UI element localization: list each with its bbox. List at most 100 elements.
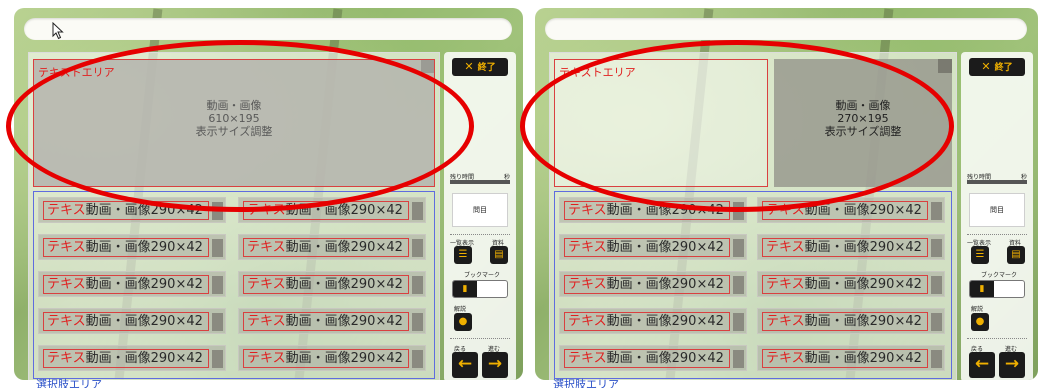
choice-tab: [931, 202, 942, 220]
bookmark-toggle[interactable]: ▮: [452, 280, 508, 298]
choice-area: テキス動画・画像290×42 テキス動画・画像290×42 テキス動画・画像29…: [33, 191, 435, 379]
choice-media-label: 動画・画像290×42: [85, 314, 203, 329]
media-area-tab: [938, 59, 952, 73]
comment-icon: ●: [975, 316, 985, 327]
document-icon: ▤: [494, 249, 504, 260]
choice-text-label: テキス: [766, 314, 805, 329]
back-button[interactable]: ←: [969, 352, 995, 378]
title-bar: [24, 18, 512, 40]
back-button[interactable]: ←: [452, 352, 478, 378]
choice-area-label: 選択肢エリア: [36, 378, 102, 388]
choice-button[interactable]: テキス動画・画像290×42: [757, 345, 945, 371]
divider: [450, 234, 510, 235]
choice-text-label: テキス: [247, 240, 286, 255]
close-icon: ✕: [464, 60, 474, 73]
choice-media-label: 動画・画像290×42: [85, 351, 203, 366]
material-button[interactable]: ▤: [490, 246, 508, 264]
choice-button[interactable]: テキス動画・画像290×42: [559, 308, 747, 334]
choice-button[interactable]: テキス動画・画像290×42: [757, 271, 945, 297]
arrow-right-icon: →: [487, 354, 503, 374]
explanation-label: 解説: [454, 306, 467, 313]
end-button[interactable]: ✕ 終了: [969, 58, 1025, 76]
question-number-label: 問目: [473, 206, 487, 214]
bookmark-toggle[interactable]: ▮: [969, 280, 1025, 298]
choice-media-label: 動画・画像290×42: [285, 314, 403, 329]
list-view-button[interactable]: ☰: [454, 246, 472, 264]
bookmark-icon: ▮: [453, 281, 477, 297]
divider: [967, 338, 1027, 339]
choice-tab: [412, 276, 423, 294]
choice-tab: [412, 313, 423, 331]
choice-button[interactable]: テキス動画・画像290×42: [238, 271, 426, 297]
choice-media-label: 動画・画像290×42: [804, 277, 922, 292]
choice-tab: [733, 276, 744, 294]
annotation-ellipse: [520, 40, 954, 212]
choice-tab: [412, 202, 423, 220]
choice-button[interactable]: テキス動画・画像290×42: [38, 345, 226, 371]
choice-button[interactable]: テキス動画・画像290×42: [38, 234, 226, 260]
explanation-label: 解説: [971, 306, 984, 313]
choice-text-label: テキス: [568, 240, 607, 255]
choice-media-label: 動画・画像290×42: [85, 277, 203, 292]
choice-text-label: テキス: [47, 314, 86, 329]
choice-button[interactable]: テキス動画・画像290×42: [757, 234, 945, 260]
choice-media-label: 動画・画像290×42: [285, 240, 403, 255]
material-button[interactable]: ▤: [1007, 246, 1025, 264]
choice-tab: [212, 276, 223, 294]
bookmark-label: ブックマーク: [464, 272, 501, 279]
choice-media-label: 動画・画像290×42: [804, 314, 922, 329]
explanation-button[interactable]: ●: [971, 313, 989, 331]
choice-button[interactable]: テキス動画・画像290×42: [238, 234, 426, 260]
close-icon: ✕: [981, 60, 991, 73]
choice-tab: [733, 313, 744, 331]
mouse-cursor-icon: [52, 22, 64, 40]
choice-media-label: 動画・画像290×42: [804, 351, 922, 366]
choice-tab: [733, 239, 744, 257]
choice-button[interactable]: テキス動画・画像290×42: [38, 308, 226, 334]
bookmark-label: ブックマーク: [981, 272, 1018, 279]
forward-button[interactable]: →: [999, 352, 1025, 378]
arrow-left-icon: ←: [974, 354, 990, 374]
choice-media-label: 動画・画像290×42: [606, 351, 724, 366]
choice-button[interactable]: テキス動画・画像290×42: [238, 345, 426, 371]
remaining-time-bar: [967, 180, 1027, 184]
end-button-label: 終了: [477, 63, 496, 73]
list-view-button[interactable]: ☰: [971, 246, 989, 264]
choice-tab: [931, 350, 942, 368]
choice-button[interactable]: テキス動画・画像290×42: [757, 308, 945, 334]
choice-tab: [412, 350, 423, 368]
choice-button[interactable]: テキス動画・画像290×42: [38, 271, 226, 297]
choice-area: テキス動画・画像290×42 テキス動画・画像290×42 テキス動画・画像29…: [554, 191, 952, 379]
forward-button[interactable]: →: [482, 352, 508, 378]
choice-button[interactable]: テキス動画・画像290×42: [559, 271, 747, 297]
choice-button[interactable]: テキス動画・画像290×42: [559, 234, 747, 260]
choice-text-label: テキス: [47, 277, 86, 292]
explanation-button[interactable]: ●: [454, 313, 472, 331]
arrow-right-icon: →: [1004, 354, 1020, 374]
choice-media-label: 動画・画像290×42: [804, 240, 922, 255]
title-bar: [545, 18, 1027, 40]
choice-tab: [212, 350, 223, 368]
choice-media-label: 動画・画像290×42: [804, 203, 922, 218]
comment-icon: ●: [458, 316, 468, 327]
choice-tab: [733, 350, 744, 368]
choice-tab: [931, 313, 942, 331]
choice-text-label: テキス: [247, 277, 286, 292]
choice-text-label: テキス: [766, 351, 805, 366]
question-number-label: 問目: [990, 206, 1004, 214]
divider: [450, 338, 510, 339]
choice-text-label: テキス: [247, 314, 286, 329]
choice-text-label: テキス: [47, 351, 86, 366]
choice-text-label: テキス: [766, 277, 805, 292]
annotation-ellipse: [6, 40, 474, 212]
arrow-left-icon: ←: [457, 354, 473, 374]
choice-tab: [931, 276, 942, 294]
choice-media-label: 動画・画像290×42: [606, 314, 724, 329]
control-sidebar: ✕ 終了 残り時間 秒 問目 一覧表示 資料 ☰ ▤ ブックマーク ▮ 解説 ● …: [961, 52, 1033, 380]
choice-media-label: 動画・画像290×42: [285, 277, 403, 292]
end-button[interactable]: ✕ 終了: [452, 58, 508, 76]
choice-text-label: テキス: [766, 240, 805, 255]
choice-button[interactable]: テキス動画・画像290×42: [238, 308, 426, 334]
choice-button[interactable]: テキス動画・画像290×42: [559, 345, 747, 371]
end-button-label: 終了: [994, 63, 1013, 73]
